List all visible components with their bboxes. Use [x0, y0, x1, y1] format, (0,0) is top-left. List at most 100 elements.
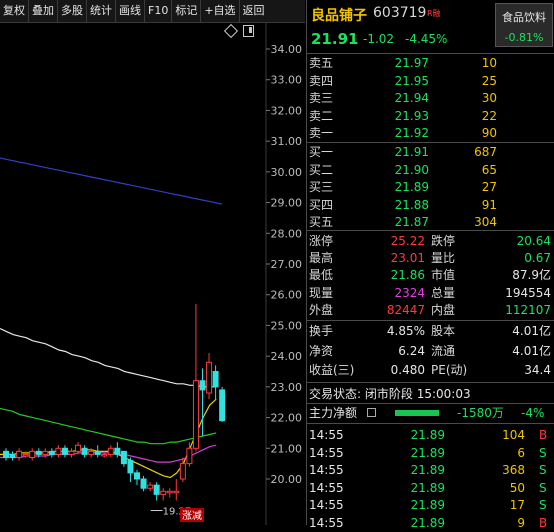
stat-value: 34.4: [524, 363, 551, 377]
level-volume: 22: [481, 108, 497, 123]
candlestick-chart[interactable]: 34.00 33.00 32.00 31.00 30.00 29.00 28.00 27.00…: [0, 23, 305, 525]
stat-value: 2324: [394, 285, 425, 300]
candle-down: [9, 453, 16, 458]
y-tick-label: 29.00: [271, 197, 303, 210]
candle-down: [134, 472, 140, 480]
ma-blue-line: [0, 157, 223, 205]
candle-down: [153, 484, 160, 495]
tick-direction: S: [539, 445, 547, 460]
tick-time: 14:55: [309, 463, 344, 477]
stat-row: 收益(三) 0.480 PE(动) 34.4: [307, 362, 554, 379]
toolbar-button[interactable]: 叠加: [29, 0, 58, 22]
stat-value: 25.22: [390, 234, 425, 248]
tick-row: 14:55 21.89 6 S: [307, 445, 554, 462]
list-icon[interactable]: [367, 408, 376, 417]
y-tick-label: 22.00: [271, 412, 303, 425]
level-volume: 91: [481, 197, 497, 212]
level-label: 买四: [309, 197, 334, 212]
stat-label: 净资: [309, 343, 334, 358]
toolbar-button[interactable]: 画线: [116, 0, 145, 22]
price-change: -1.02: [363, 32, 395, 46]
y-tick-label: 28.00: [271, 227, 303, 240]
tick-time: 14:55: [309, 515, 344, 530]
level-label: 卖一: [309, 126, 334, 141]
stat-value: 4.01亿: [512, 343, 551, 358]
order-level-row[interactable]: 卖四 21.95 25: [307, 73, 554, 89]
tick-row: 14:55 21.89 9 B: [307, 515, 554, 532]
divider: [307, 142, 554, 143]
level-label: 卖二: [309, 108, 334, 123]
tick-price: 21.89: [410, 428, 445, 442]
stat-label: 外盘: [309, 302, 334, 317]
stat-label: 内盘: [431, 302, 456, 317]
stat-label: 现量: [309, 285, 334, 300]
margin-badge: R融: [427, 9, 441, 18]
divider: [307, 320, 554, 321]
stat-label: 市值: [431, 268, 456, 283]
toolbar-button[interactable]: 返回: [240, 0, 268, 22]
candle-down: [3, 450, 9, 459]
order-level-row[interactable]: 买二 21.90 65: [307, 162, 554, 178]
stat-value: 4.85%: [386, 324, 425, 338]
order-level-row[interactable]: 卖一 21.92 90: [307, 125, 554, 141]
toolbar-button[interactable]: +自选: [201, 0, 240, 22]
tick-price: 21.89: [410, 498, 445, 512]
divider: [307, 403, 554, 404]
y-tick-label: 21.00: [271, 442, 303, 455]
candle-up: [147, 484, 154, 489]
candle-up: [179, 463, 186, 480]
level-price: 21.89: [394, 180, 429, 195]
candle-down: [140, 478, 147, 489]
main-fund-label: 主力净额: [309, 406, 358, 420]
order-level-row[interactable]: 买三 21.89 27: [307, 179, 554, 195]
price-change-pct: -4.45%: [405, 32, 448, 46]
order-level-row[interactable]: 买一 21.91 687: [307, 144, 554, 160]
stat-row: 外盘 82447 内盘 112107: [307, 302, 554, 319]
sector-box[interactable]: 食品饮料 -0.81%: [495, 3, 553, 47]
level-label: 卖五: [309, 56, 334, 70]
level-volume: 27: [481, 180, 497, 195]
candle-down: [127, 460, 134, 474]
level-volume: 90: [481, 126, 497, 141]
toolbar-button[interactable]: 复权: [0, 0, 29, 22]
chart-toolbar: 复权 叠加 多股 统计 画线 F10 标记 +自选 返回: [0, 0, 305, 23]
stat-label: 换手: [309, 324, 334, 338]
toolbar-button[interactable]: 标记: [172, 0, 202, 22]
tick-volume: 17: [509, 498, 525, 512]
toolbar-button[interactable]: F10: [145, 0, 173, 22]
stat-value: 194554: [505, 285, 551, 300]
main-fund-flow: 主力净额 -1580万 -4%: [307, 405, 554, 422]
level-label: 卖三: [309, 91, 334, 106]
level-label: 买三: [309, 180, 334, 195]
tick-direction: S: [539, 480, 547, 495]
candle-down: [114, 447, 121, 455]
y-tick-label: 34.00: [271, 43, 303, 56]
y-tick-label: 33.00: [271, 74, 303, 87]
tick-time: 14:55: [309, 445, 344, 460]
y-tick-label: 27.00: [271, 258, 303, 271]
tick-price: 21.89: [410, 515, 445, 530]
divider: [307, 382, 554, 383]
tick-price: 21.89: [410, 463, 445, 477]
order-level-row[interactable]: 买四 21.88 91: [307, 197, 554, 213]
stat-row: 涨停 25.22 跌停 20.64: [307, 233, 554, 250]
order-level-row[interactable]: 卖三 21.94 30: [307, 90, 554, 106]
y-tick-label: 30.00: [271, 166, 303, 179]
toolbar-button[interactable]: 统计: [87, 0, 116, 22]
order-level-row[interactable]: 买五 21.87 304: [307, 214, 554, 230]
stat-row: 现量 2324 总量 194554: [307, 285, 554, 302]
stat-label: 总量: [431, 285, 456, 300]
divider: [307, 423, 554, 424]
order-level-row[interactable]: 卖五 21.97 10: [307, 55, 554, 71]
toolbar-button[interactable]: 多股: [58, 0, 87, 22]
order-level-row[interactable]: 卖二 21.93 22: [307, 108, 554, 124]
level-label: 卖四: [309, 73, 334, 88]
stock-name: 良品铺子: [311, 8, 367, 24]
level-volume: 10: [481, 56, 497, 70]
stat-label: 最高: [309, 251, 334, 266]
event-marker-label: 涨减: [182, 510, 202, 522]
stat-value: 4.01亿: [512, 324, 551, 338]
fund-flow-bar: [395, 410, 439, 416]
candle-down: [61, 447, 68, 455]
stat-value: 20.64: [516, 234, 551, 248]
